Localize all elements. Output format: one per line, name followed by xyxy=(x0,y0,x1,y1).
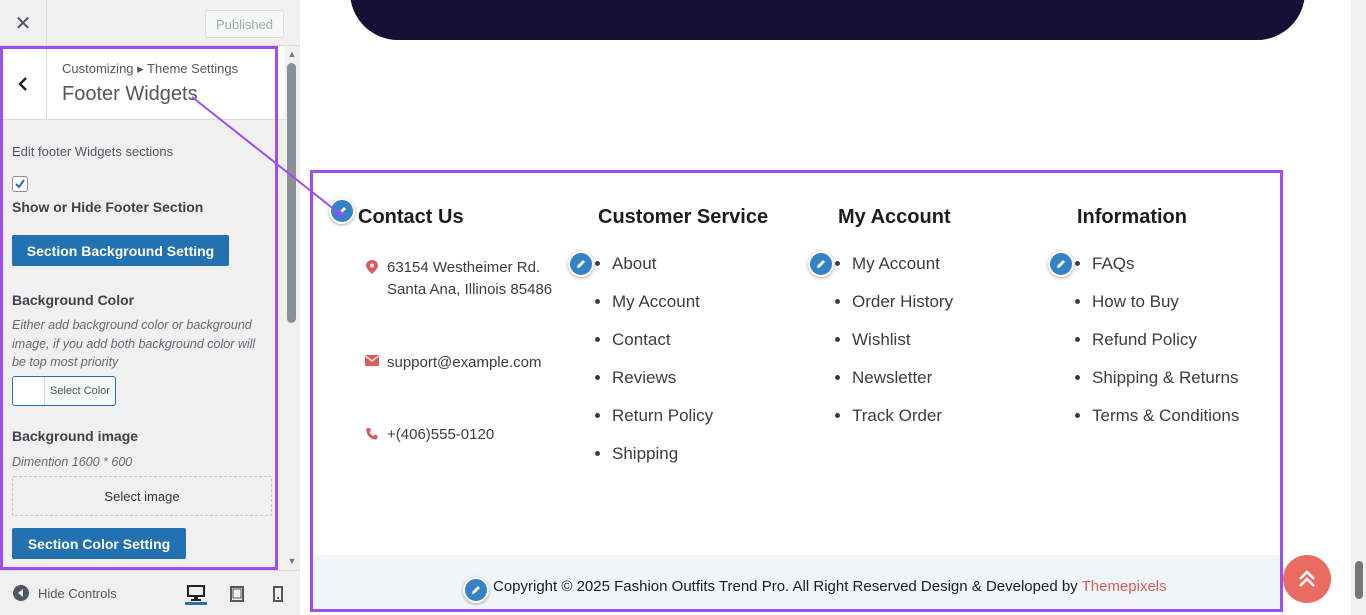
hide-controls-button[interactable]: Hide Controls xyxy=(12,584,117,602)
section-background-setting-button[interactable]: Section Background Setting xyxy=(12,235,229,266)
site-preview: Contact Us 63154 Westheimer Rd. Santa An… xyxy=(300,0,1366,615)
contact-address: 63154 Westheimer Rd. Santa Ana, Illinois… xyxy=(365,257,552,301)
list-item[interactable]: About xyxy=(612,252,713,290)
publish-button[interactable]: Published xyxy=(205,10,284,38)
customizer-header: ✕ Published xyxy=(0,0,300,46)
list-item[interactable]: Terms & Conditions xyxy=(1092,404,1239,442)
tablet-preview-button[interactable] xyxy=(226,583,248,605)
background-image-label: Background image xyxy=(12,428,139,444)
list-item[interactable]: Reviews xyxy=(612,366,713,404)
list-item[interactable]: Shipping & Returns xyxy=(1092,366,1239,404)
customizer-section-content: Customizing ▸ Theme Settings Footer Widg… xyxy=(0,47,300,569)
themepixels-link[interactable]: Themepixels xyxy=(1082,578,1167,595)
pencil-icon xyxy=(817,260,825,268)
scroll-down-arrow-icon[interactable]: ▼ xyxy=(287,556,297,566)
section-description: Edit footer Widgets sections xyxy=(12,144,174,159)
pencil-icon xyxy=(338,207,346,215)
close-icon: ✕ xyxy=(14,12,32,35)
pencil-icon xyxy=(1057,260,1065,268)
list-item[interactable]: My Account xyxy=(612,290,713,328)
contact-us-title: Contact Us xyxy=(358,206,464,228)
double-chevron-up-icon xyxy=(1299,570,1315,587)
address-line-2: Santa Ana, Illinois 85486 xyxy=(387,281,553,298)
list-item[interactable]: Refund Policy xyxy=(1092,328,1239,366)
select-image-button[interactable]: Select image xyxy=(12,476,272,516)
checkmark-icon xyxy=(15,179,25,189)
hero-banner xyxy=(350,0,1305,40)
list-item[interactable]: Order History xyxy=(852,290,953,328)
information-menu: FAQs How to Buy Refund Policy Shipping &… xyxy=(1077,252,1239,442)
map-pin-icon xyxy=(366,260,378,274)
edit-my-account-widget-button[interactable] xyxy=(808,251,834,277)
show-hide-footer-checkbox[interactable] xyxy=(12,176,28,192)
customizer-footer: Hide Controls xyxy=(0,570,300,615)
section-title: Footer Widgets xyxy=(62,83,198,105)
select-color-button[interactable]: Select Color xyxy=(12,376,116,406)
panel-scroll-thumb[interactable] xyxy=(287,63,296,323)
mobile-icon xyxy=(273,586,283,602)
section-color-setting-button[interactable]: Section Color Setting xyxy=(12,528,186,559)
breadcrumb: Customizing ▸ Theme Settings xyxy=(62,61,239,76)
edit-customer-service-widget-button[interactable] xyxy=(568,251,594,277)
copyright-text: Copyright © 2025 Fashion Outfits Trend P… xyxy=(493,578,1167,595)
list-item[interactable]: Contact xyxy=(612,328,713,366)
phone-icon xyxy=(366,428,378,440)
address-line-1: 63154 Westheimer Rd. xyxy=(387,259,541,276)
phone-text: +(406)555-0120 xyxy=(387,426,495,443)
customer-service-title: Customer Service xyxy=(598,206,769,228)
mobile-preview-button[interactable] xyxy=(267,583,289,605)
desktop-preview-button[interactable] xyxy=(185,583,207,605)
color-swatch xyxy=(13,377,45,405)
contact-phone[interactable]: +(406)555-0120 xyxy=(365,424,494,446)
customer-service-menu: About My Account Contact Reviews Return … xyxy=(597,252,713,480)
hide-controls-label: Hide Controls xyxy=(38,585,117,601)
preview-scroll-thumb[interactable] xyxy=(1355,561,1363,599)
my-account-menu: My Account Order History Wishlist Newsle… xyxy=(837,252,953,442)
edit-contact-widget-button[interactable] xyxy=(329,198,355,224)
background-image-dimension: Dimention 1600 * 600 xyxy=(12,455,133,469)
list-item[interactable]: Track Order xyxy=(852,404,953,442)
preview-scrollbar[interactable] xyxy=(1351,0,1366,615)
arrow-left-circle-icon xyxy=(13,585,29,601)
desktop-icon xyxy=(187,584,205,601)
list-item[interactable]: Return Policy xyxy=(612,404,713,442)
customizer-panel: ✕ Published Customizing ▸ Theme Settings… xyxy=(0,0,300,615)
list-item[interactable]: Wishlist xyxy=(852,328,953,366)
tablet-icon xyxy=(230,586,244,602)
back-button[interactable] xyxy=(0,47,47,120)
list-item[interactable]: Shipping xyxy=(612,442,713,480)
envelope-icon xyxy=(365,355,379,366)
email-text: support@example.com xyxy=(387,354,542,371)
back-to-top-button[interactable] xyxy=(1283,555,1331,603)
list-item[interactable]: Newsletter xyxy=(852,366,953,404)
section-header: Customizing ▸ Theme Settings Footer Widg… xyxy=(0,47,285,120)
list-item[interactable]: How to Buy xyxy=(1092,290,1239,328)
pencil-icon xyxy=(472,586,480,594)
background-color-help: Either add background color or backgroun… xyxy=(12,318,256,369)
information-title: Information xyxy=(1077,206,1187,228)
show-hide-footer-label: Show or Hide Footer Section xyxy=(12,199,204,215)
list-item[interactable]: My Account xyxy=(852,252,953,290)
pencil-icon xyxy=(577,260,585,268)
scroll-up-arrow-icon[interactable]: ▲ xyxy=(287,49,297,59)
chevron-left-icon xyxy=(18,76,27,91)
select-color-label: Select Color xyxy=(50,385,110,397)
my-account-title: My Account xyxy=(838,206,951,228)
edit-information-widget-button[interactable] xyxy=(1048,251,1074,277)
close-customizer-button[interactable]: ✕ xyxy=(0,0,47,46)
edit-copyright-button[interactable] xyxy=(463,577,489,603)
contact-email[interactable]: support@example.com xyxy=(365,352,541,374)
list-item[interactable]: FAQs xyxy=(1092,252,1239,290)
background-color-label: Background Color xyxy=(12,292,135,308)
